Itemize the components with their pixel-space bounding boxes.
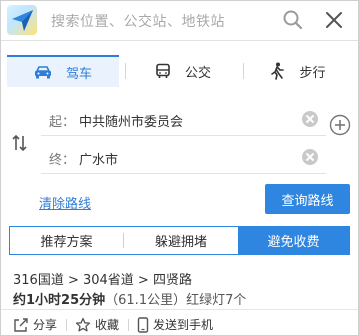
route-panel: 搜索位置、公交站、地铁站 驾车 公交 步行 起： 中共随州市委员会 终： 广水市… [0, 0, 359, 336]
tab-divider [125, 63, 126, 79]
close-icon[interactable] [323, 9, 345, 31]
swap-icon[interactable] [11, 134, 29, 152]
action-divider [128, 319, 129, 331]
tab-walk[interactable]: 步行 [243, 55, 352, 87]
share-label: 分享 [33, 318, 58, 332]
clear-route-link[interactable]: 清除路线 [39, 193, 91, 212]
query-route-button[interactable]: 查询路线 [265, 184, 350, 214]
travel-mode-tabs: 驾车 公交 步行 [7, 55, 352, 87]
tab-avoid-toll[interactable]: 避免收费 [238, 227, 349, 254]
send-to-phone-button[interactable]: 发送到手机 [137, 316, 213, 333]
tab-bus[interactable]: 公交 [127, 55, 239, 87]
send-to-phone-label: 发送到手机 [153, 318, 214, 332]
search-input[interactable]: 搜索位置、公交站、地铁站 [51, 11, 225, 31]
tab-drive-label: 驾车 [65, 66, 92, 82]
result-actions: 分享 收藏 发送到手机 [1, 309, 358, 336]
share-button[interactable]: 分享 [13, 316, 57, 333]
bus-icon [155, 63, 171, 79]
end-value[interactable]: 广水市 [79, 149, 118, 168]
clear-end-icon[interactable] [302, 149, 318, 165]
add-waypoint-icon[interactable] [329, 114, 351, 136]
tab-walk-label: 步行 [299, 65, 326, 81]
clear-start-icon[interactable] [302, 111, 318, 127]
action-divider [66, 319, 67, 331]
route-summary: 约1小时25分钟（61.1公里）红绿灯7个 [13, 289, 246, 308]
tab-avoid-congestion[interactable]: 躲避拥堵 [124, 227, 238, 254]
end-field[interactable]: 终： 广水市 [41, 140, 326, 174]
search-icon[interactable] [282, 9, 304, 31]
route-distance: （61.1公里） [105, 293, 187, 308]
phone-icon [137, 316, 149, 333]
tab-bus-label: 公交 [184, 65, 211, 81]
star-icon [75, 317, 91, 333]
favorite-label: 收藏 [95, 318, 120, 332]
route-preference-tabs: 推荐方案 躲避拥堵 避免收费 [9, 226, 350, 255]
share-icon [13, 317, 29, 333]
tab-drive[interactable]: 驾车 [7, 55, 119, 87]
route-time: 约1小时25分钟 [13, 293, 106, 308]
start-field[interactable]: 起： 中共随州市委员会 [41, 102, 326, 136]
car-icon [34, 65, 52, 79]
route-lights: 红绿灯7个 [186, 293, 247, 308]
start-label: 起： [49, 115, 76, 130]
route-path[interactable]: 316国道 > 304省道 > 四贤路 [13, 269, 192, 288]
end-label: 终： [49, 153, 76, 168]
search-header: 搜索位置、公交站、地铁站 [1, 1, 358, 41]
map-logo-icon[interactable] [7, 5, 37, 35]
tab-recommended[interactable]: 推荐方案 [10, 227, 123, 254]
favorite-button[interactable]: 收藏 [75, 316, 119, 333]
start-value[interactable]: 中共随州市委员会 [79, 111, 183, 130]
walk-icon [269, 62, 285, 80]
